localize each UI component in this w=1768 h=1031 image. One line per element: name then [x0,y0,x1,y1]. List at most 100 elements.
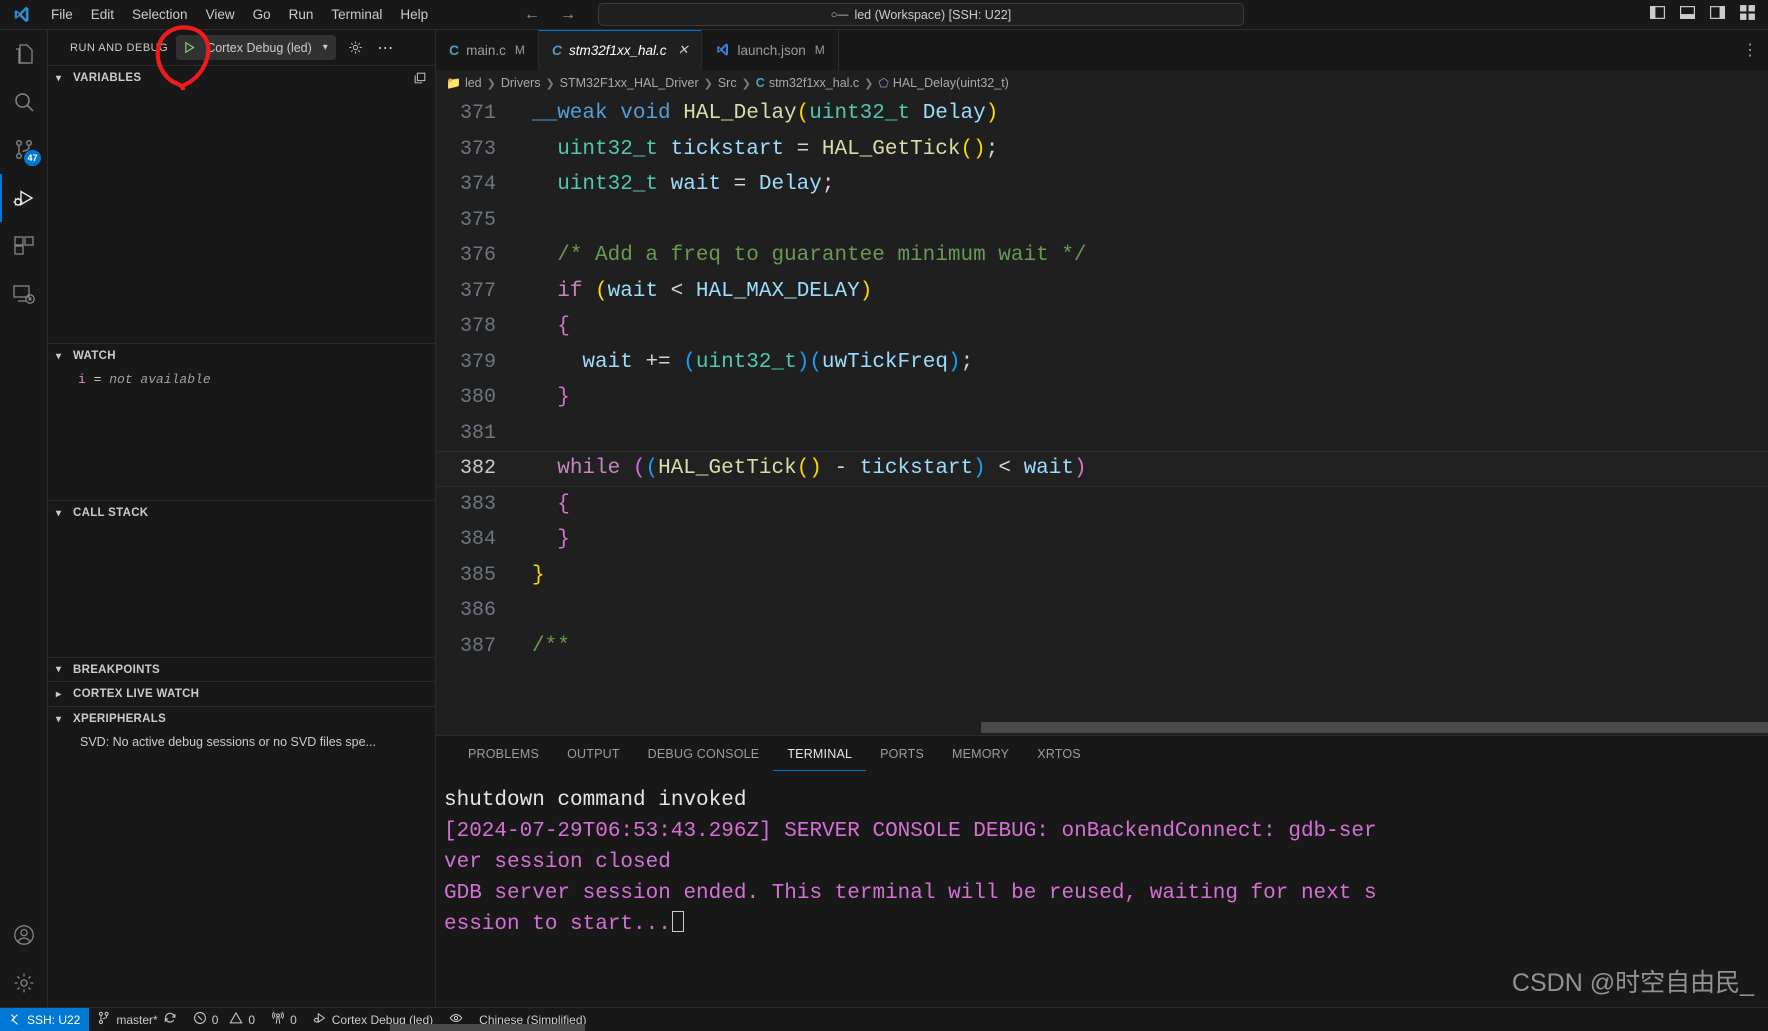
activity-remote-explorer[interactable] [0,270,48,318]
pane-header-variables[interactable]: ▾ VARIABLES [48,66,435,90]
close-icon[interactable]: ✕ [678,42,689,58]
code-token: ) [973,457,986,480]
terminal-line: ession to start... [444,909,1768,940]
command-center-search[interactable]: ○— led (Workspace) [SSH: U22] [598,3,1244,26]
code-editor[interactable]: 371__weak void HAL_Delay(uint32_t Delay)… [436,96,1768,735]
chevron-down-icon: ▾ [56,714,69,725]
menu-terminal[interactable]: Terminal [322,3,391,26]
customize-layout-icon[interactable] [1739,4,1756,26]
activity-explorer[interactable] [0,30,48,78]
menu-selection[interactable]: Selection [123,3,197,26]
sidebar-horizontal-scrollbar[interactable] [390,1024,585,1031]
code-line[interactable]: 379 wait += (uint32_t)(uwTickFreq); [436,345,1768,381]
forward-arrow-icon[interactable]: → [560,6,576,24]
code-line[interactable]: 378 { [436,309,1768,345]
code-line[interactable]: 375 [436,203,1768,239]
breadcrumb-item-symbol[interactable]: ⬠ HAL_Delay(uint32_t) [878,76,1008,90]
activity-accounts[interactable] [0,911,48,959]
pane-body-watch: i = not available [48,368,435,500]
tab-main-c[interactable]: C main.c M [436,30,539,70]
radio-tower-icon [271,1011,285,1028]
code-line[interactable]: 383 { [436,487,1768,523]
menu-file[interactable]: File [42,3,82,26]
code-lines-container[interactable]: 371__weak void HAL_Delay(uint32_t Delay)… [436,96,1768,735]
pane-header-watch[interactable]: ▾ WATCH [48,344,435,368]
line-number: 380 [436,386,518,409]
activity-manage-settings[interactable] [0,959,48,1007]
sync-icon[interactable] [163,1011,177,1028]
panel-tab-debug-console[interactable]: DEBUG CONSOLE [634,736,774,771]
status-problems[interactable]: 0 0 [185,1008,263,1031]
code-token [532,173,557,196]
code-line[interactable]: 384 } [436,522,1768,558]
panel-tab-xrtos[interactable]: XRTOS [1023,736,1095,771]
ellipsis-icon[interactable]: ⋯ [374,37,396,59]
status-remote-host[interactable]: SSH: U22 [0,1008,89,1031]
toggle-panel-icon[interactable] [1679,4,1696,26]
tab-launch-json[interactable]: launch.json M [702,30,838,70]
pane-header-cortex-live-watch[interactable]: ▸ CORTEX LIVE WATCH [48,682,435,706]
menu-go[interactable]: Go [244,3,280,26]
editor-actions[interactable]: ⋮ [1742,30,1768,70]
activity-source-control[interactable]: 47 [0,126,48,174]
toggle-primary-sidebar-icon[interactable] [1649,4,1666,26]
code-token: ) [860,280,873,303]
menu-run[interactable]: Run [280,3,323,26]
pane-label-call-stack: CALL STACK [73,507,148,519]
activity-run-and-debug[interactable] [0,174,48,222]
code-line[interactable]: 380 } [436,380,1768,416]
debug-config-selector[interactable]: Cortex Debug (led) ▾ [176,35,336,60]
code-line[interactable]: 377 if (wait < HAL_MAX_DELAY) [436,274,1768,310]
code-token: ( [645,457,658,480]
pane-header-breakpoints[interactable]: ▾ BREAKPOINTS [48,658,435,681]
code-line[interactable]: 382 while ((HAL_GetTick() - tickstart) <… [436,451,1768,487]
breadcrumb-label: Src [718,76,737,90]
copy-icon[interactable] [413,71,427,85]
panel-tab-memory[interactable]: MEMORY [938,736,1023,771]
breadcrumb-item-file[interactable]: C stm32f1xx_hal.c [756,76,859,90]
back-arrow-icon[interactable]: ← [524,6,540,24]
code-line[interactable]: 381 [436,416,1768,452]
menu-help[interactable]: Help [391,3,437,26]
pane-header-xperipherals[interactable]: ▾ XPERIPHERALS [48,707,435,731]
code-token: Delay [923,102,986,125]
line-number: 375 [436,209,518,232]
code-line[interactable]: 373 uint32_t tickstart = HAL_GetTick(); [436,132,1768,168]
panel-tab-terminal[interactable]: TERMINAL [773,736,866,771]
activity-search[interactable] [0,78,48,126]
breadcrumb-item-led[interactable]: 📁 led [446,76,482,90]
status-ports[interactable]: 0 [263,1008,305,1031]
remote-icon [9,1013,22,1027]
split-editor-icon[interactable]: ⋮ [1742,40,1758,60]
breadcrumb-item-hal-driver[interactable]: STM32F1xx_HAL_Driver [560,76,699,90]
panel-tab-problems[interactable]: PROBLEMS [454,736,553,771]
status-branch[interactable]: master* [89,1008,184,1031]
play-icon[interactable] [178,37,200,59]
menu-view[interactable]: View [197,3,244,26]
breadcrumb-item-drivers[interactable]: Drivers [501,76,541,90]
code-line[interactable]: 385} [436,558,1768,594]
code-text: { [530,493,570,516]
editor-horizontal-scrollbar[interactable] [981,722,1768,733]
code-line[interactable]: 386 [436,593,1768,629]
panel-tab-ports[interactable]: PORTS [866,736,938,771]
code-line[interactable]: 387/** [436,629,1768,665]
tab-modified-indicator: M [515,43,525,57]
activity-extensions[interactable] [0,222,48,270]
code-line[interactable]: 371__weak void HAL_Delay(uint32_t Delay) [436,96,1768,132]
breadcrumb-item-src[interactable]: Src [718,76,737,90]
panel-tab-output[interactable]: OUTPUT [553,736,634,771]
watch-item[interactable]: i = not available [48,372,435,387]
pane-header-call-stack[interactable]: ▾ CALL STACK [48,501,435,525]
code-line[interactable]: 374 uint32_t wait = Delay; [436,167,1768,203]
code-token: ; [822,173,835,196]
line-number: 384 [436,528,518,551]
debug-settings-gear-icon[interactable] [344,37,366,59]
code-line[interactable]: 376 /* Add a freq to guarantee minimum w… [436,238,1768,274]
menu-edit[interactable]: Edit [82,3,123,26]
toggle-secondary-sidebar-icon[interactable] [1709,4,1726,26]
pane-label-breakpoints: BREAKPOINTS [73,664,160,676]
watch-value: not available [109,372,210,387]
tab-stm32f1xx-hal-c[interactable]: C stm32f1xx_hal.c ✕ [539,30,703,70]
chevron-down-icon[interactable]: ▾ [318,42,333,53]
